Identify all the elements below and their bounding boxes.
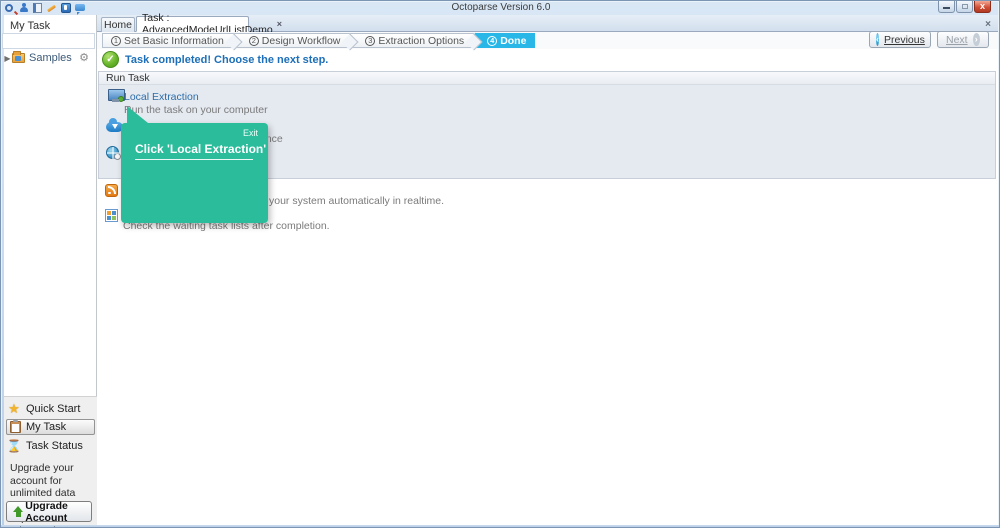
tooltip-divider — [135, 159, 253, 160]
tab-home[interactable]: Home — [101, 17, 135, 32]
step-number: 1 — [111, 35, 121, 46]
chat-icon[interactable] — [75, 3, 85, 13]
gear-icon[interactable]: ⚙ — [79, 51, 89, 64]
my-task-label: My Task — [26, 421, 67, 433]
samples-label: Samples — [29, 52, 72, 64]
step-number: 3 — [365, 35, 376, 46]
sidebar-item-samples[interactable]: ▶ Samples ⚙ — [3, 51, 95, 65]
upgrade-account-button[interactable]: Upgrade Account — [6, 499, 92, 524]
tab-task[interactable]: Task : AdvancedModeUrlListDemo × — [136, 12, 282, 36]
app-window: Octoparse Version 6.0 x My Task ▶ Sample… — [0, 0, 1000, 528]
pencil-icon[interactable] — [47, 3, 57, 13]
tooltip-exit-link[interactable]: Exit — [243, 128, 258, 138]
star-icon: ★ — [8, 401, 20, 416]
expander-caret-icon[interactable]: ▶ — [3, 54, 12, 63]
tooltip-arrow — [127, 106, 148, 123]
task-list-table-icon[interactable] — [105, 209, 118, 222]
upload-icon[interactable] — [61, 3, 71, 13]
step-label: Done — [500, 34, 527, 47]
upgrade-account-label: Upgrade Account — [25, 499, 68, 524]
sidebar-title: My Task — [10, 20, 51, 32]
realtime-desc-fragment: your system automatically in realtime. — [269, 195, 445, 207]
wizard-step-done[interactable]: 4 Done — [475, 33, 536, 48]
right-arrow-icon: › — [972, 33, 980, 46]
titlebar-toolbar — [5, 3, 85, 13]
wizard-step-design-workflow[interactable]: 2 Design Workflow — [233, 33, 351, 48]
wizard-step-extraction-options[interactable]: 3 Extraction Options — [350, 33, 475, 48]
clipboard-icon — [10, 420, 21, 433]
previous-label: Previous — [884, 33, 925, 46]
step-label: Design Workflow — [261, 34, 341, 47]
hourglass-icon: ⌛ — [6, 439, 22, 453]
next-button[interactable]: Next › — [937, 31, 989, 48]
computer-icon[interactable] — [108, 89, 125, 102]
step-label: Extraction Options — [378, 34, 465, 47]
tab-close-icon[interactable]: × — [277, 19, 282, 29]
run-task-header: Run Task — [99, 72, 995, 85]
quick-start-label: Quick Start — [26, 403, 81, 415]
minimize-button[interactable] — [938, 1, 955, 13]
tooltip-message: Click 'Local Extraction' — [135, 142, 267, 156]
sidebar-item-my-task[interactable]: My Task — [6, 419, 95, 435]
local-extraction-link[interactable]: Local Extraction — [124, 91, 199, 103]
sidebar-item-task-status[interactable]: ⌛ Task Status — [6, 438, 95, 454]
left-arrow-icon: ‹ — [876, 33, 879, 46]
task-list-box[interactable] — [2, 33, 95, 49]
status-message: Task completed! Choose the next step. — [125, 54, 329, 66]
success-check-icon: ✓ — [102, 51, 119, 68]
folder-icon — [12, 51, 25, 63]
task-status-label: Task Status — [26, 440, 83, 452]
sidebar-item-quick-start[interactable]: ★ Quick Start — [6, 401, 95, 417]
globe-clock-icon[interactable] — [106, 146, 121, 160]
step-number: 2 — [248, 35, 259, 46]
tabbar-close-icon[interactable]: × — [985, 19, 991, 30]
wizard-step-basic-info[interactable]: 1 Set Basic Information — [102, 33, 234, 48]
window-controls: x — [938, 1, 991, 13]
rss-icon[interactable] — [105, 184, 118, 197]
step-number: 4 — [487, 35, 498, 46]
user-icon[interactable] — [19, 3, 29, 13]
previous-button[interactable]: ‹ Previous — [869, 31, 931, 48]
notebook-icon[interactable] — [33, 3, 43, 13]
maximize-button[interactable] — [956, 1, 973, 13]
green-up-arrow-icon — [13, 506, 24, 517]
wizard-steps: 1 Set Basic Information 2 Design Workflo… — [102, 33, 536, 48]
step-label: Set Basic Information — [124, 34, 224, 47]
guide-tooltip: Exit Click 'Local Extraction' — [121, 106, 268, 223]
next-label: Next — [946, 33, 968, 46]
search-icon[interactable] — [5, 3, 15, 13]
close-button[interactable]: x — [974, 1, 991, 13]
